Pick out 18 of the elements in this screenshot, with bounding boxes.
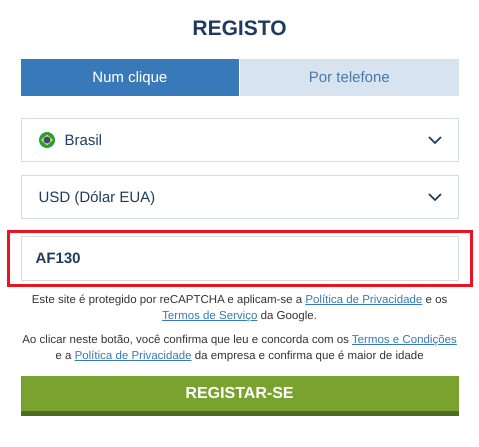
- tab[interactable]: Num clique: [20, 59, 239, 96]
- form-title: REGISTO: [192, 16, 287, 42]
- select-field[interactable]: Brasil: [20, 118, 458, 162]
- notice-text: Este site é protegido por reCAPTCHA e aplicam-se a Política de Privacidade e os Termos de Serviço da Google.: [30, 293, 448, 324]
- link[interactable]: Termos de Serviço: [162, 310, 258, 322]
- promo-code-field[interactable]: AF130: [20, 236, 458, 281]
- flag-icon: [38, 132, 54, 148]
- link[interactable]: Política de Privacidade: [305, 294, 422, 306]
- link[interactable]: Política de Privacidade: [74, 350, 192, 362]
- chevron-down-icon: [428, 136, 442, 144]
- select-value: USD (Dólar EUA): [38, 188, 156, 206]
- register-button[interactable]: REGISTAR-SE: [20, 376, 458, 416]
- select-field[interactable]: USD (Dólar EUA): [20, 175, 458, 219]
- notice-text: Ao clicar neste botão, você confirma que leu e concorda com os Termos e Condições e a Política de Privacidade da empresa e confirma que é maior de idade: [21, 333, 458, 364]
- link[interactable]: Termos e Condições: [352, 334, 457, 346]
- chevron-down-icon: [428, 193, 442, 201]
- tab[interactable]: Por telefone: [240, 59, 458, 96]
- select-value: Brasil: [64, 132, 104, 148]
